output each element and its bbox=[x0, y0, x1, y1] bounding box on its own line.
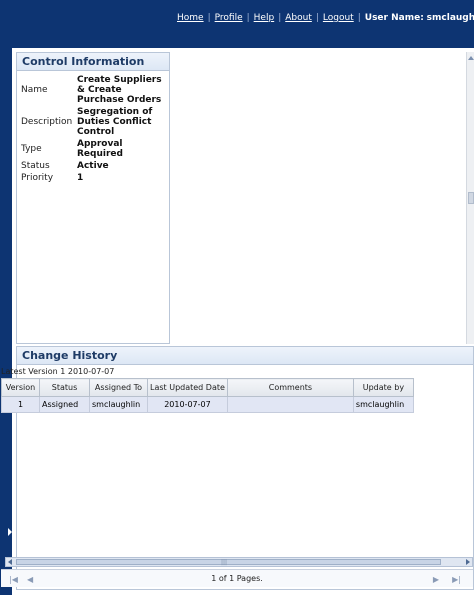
column-header-assigned-to[interactable]: Assigned To bbox=[89, 378, 148, 397]
user-name-label: User Name: bbox=[364, 13, 424, 23]
scroll-left-icon[interactable] bbox=[8, 559, 12, 565]
pager-info: 1 of 1 Pages. bbox=[211, 574, 263, 583]
field-row-status: Status Active bbox=[17, 160, 165, 172]
table-row[interactable]: 1 Assigned smclaughlin 2010-07-07 smclau… bbox=[1, 396, 414, 413]
nav-about-link[interactable]: About bbox=[285, 13, 312, 23]
collapse-sidebar-icon[interactable] bbox=[8, 528, 12, 536]
grid-header-row: Version Status Assigned To Last Updated … bbox=[1, 378, 414, 397]
field-label: Description bbox=[21, 117, 73, 127]
field-row-name: Name Create Suppliers & Create Purchase … bbox=[17, 74, 165, 106]
main-content: Control Information Name Create Supplier… bbox=[1, 48, 474, 595]
change-history-title: Change History bbox=[17, 347, 473, 365]
field-row-description: Description Segregation of Duties Confli… bbox=[17, 106, 165, 138]
latest-version-text: Latest Version 1 2010-07-07 bbox=[1, 367, 115, 376]
column-header-status[interactable]: Status bbox=[39, 378, 90, 397]
control-information-title: Control Information bbox=[17, 53, 169, 71]
scroll-right-icon[interactable] bbox=[466, 559, 470, 565]
field-label: Name bbox=[21, 85, 48, 95]
next-page-icon[interactable]: ▶ bbox=[433, 575, 439, 584]
column-header-version[interactable]: Version bbox=[1, 378, 40, 397]
cell-update-by: smclaughlin bbox=[352, 396, 414, 413]
user-name-value: smclaughlin bbox=[426, 13, 474, 23]
nav-help-link[interactable]: Help bbox=[254, 13, 275, 23]
nav-profile-link[interactable]: Profile bbox=[215, 13, 243, 23]
nav-home-link[interactable]: Home bbox=[177, 13, 204, 23]
scroll-grip[interactable] bbox=[468, 192, 474, 204]
field-value: 1 bbox=[77, 173, 84, 183]
pager: |◀ ◀ 1 of 1 Pages. ▶ ▶| bbox=[1, 569, 473, 587]
cell-last-updated: 2010-07-07 bbox=[147, 396, 228, 413]
field-row-priority: Priority 1 bbox=[17, 172, 165, 184]
horizontal-scrollbar[interactable]: ||| bbox=[5, 557, 473, 567]
thumb-grip-icon: ||| bbox=[221, 559, 228, 566]
nav-logout-link[interactable]: Logout bbox=[323, 13, 354, 23]
cell-status: Assigned bbox=[39, 396, 90, 413]
column-header-comments[interactable]: Comments bbox=[226, 378, 354, 397]
top-navigation: Home | Profile | Help | About | Logout | User Name… bbox=[177, 13, 474, 23]
field-row-type: Type Approval Required bbox=[17, 138, 165, 160]
cell-assigned-to: smclaughlin bbox=[89, 396, 148, 413]
detail-pane bbox=[171, 52, 474, 344]
scroll-thumb[interactable]: ||| bbox=[16, 559, 441, 566]
control-information-table: Name Create Suppliers & Create Purchase … bbox=[17, 74, 165, 184]
column-header-last-updated[interactable]: Last Updated Date bbox=[147, 378, 228, 397]
field-label: Type bbox=[21, 144, 42, 154]
field-value: Active bbox=[77, 161, 109, 171]
vertical-scrollbar[interactable] bbox=[466, 52, 474, 344]
cell-version: 1 bbox=[1, 396, 40, 413]
last-page-icon[interactable]: ▶| bbox=[452, 575, 461, 584]
field-value: Create Suppliers & Create Purchase Order… bbox=[77, 75, 162, 105]
change-history-grid: Version Status Assigned To Last Updated … bbox=[1, 378, 414, 413]
field-label: Priority bbox=[21, 173, 54, 183]
column-header-update-by[interactable]: Update by bbox=[352, 378, 414, 397]
header-bar: Home | Profile | Help | About | Logout | User Name… bbox=[0, 0, 474, 48]
control-information-panel: Control Information Name Create Supplier… bbox=[16, 52, 170, 344]
cell-comments bbox=[226, 396, 354, 413]
scroll-up-icon[interactable] bbox=[468, 54, 474, 60]
field-label: Status bbox=[21, 161, 50, 171]
change-history-panel: Change History Latest Version 1 2010-07-… bbox=[1, 346, 474, 590]
field-value: Segregation of Duties Conflict Control bbox=[77, 107, 153, 137]
field-value: Approval Required bbox=[77, 139, 123, 159]
